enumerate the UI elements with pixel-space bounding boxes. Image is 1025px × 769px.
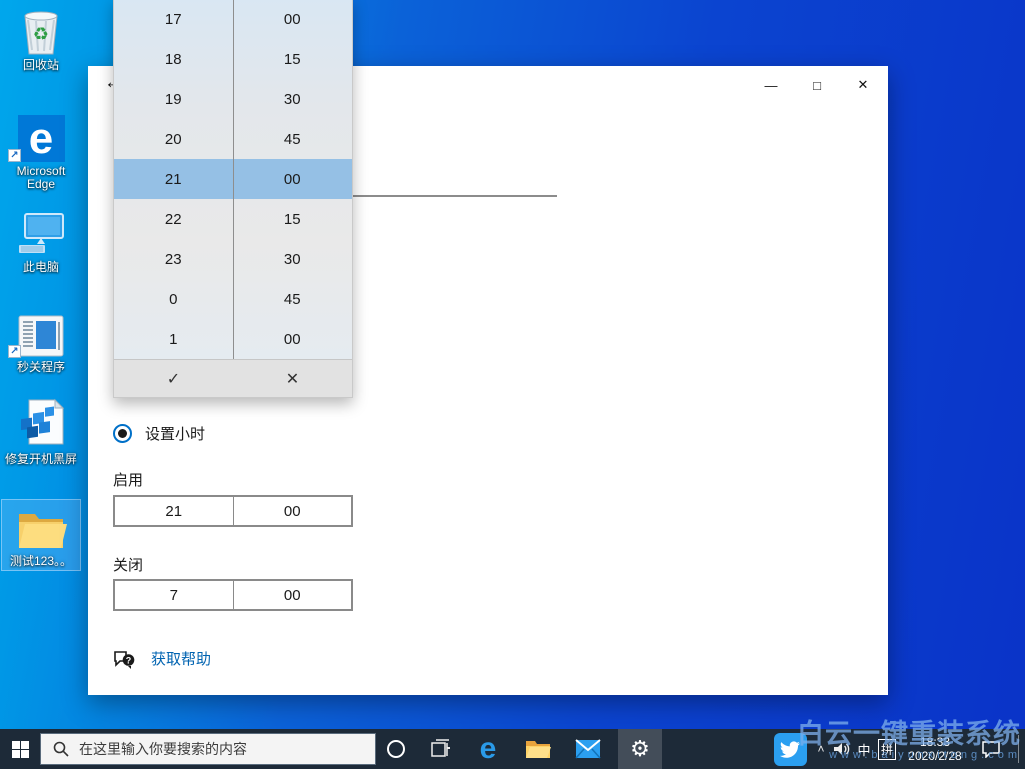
desktop-icon-label: 修复开机黑屏 — [2, 453, 80, 466]
hour-option[interactable]: 23 — [114, 239, 233, 279]
turn-on-minute[interactable]: 00 — [233, 497, 352, 525]
field-underline — [353, 195, 557, 197]
turn-off-minute[interactable]: 00 — [233, 581, 352, 609]
hour-option[interactable]: 22 — [114, 199, 233, 239]
this-pc-icon — [2, 208, 80, 258]
task-view-icon — [431, 739, 451, 759]
twitter-icon — [774, 733, 807, 766]
ime-language-label: 中 — [857, 740, 870, 759]
get-help-row: ? 获取帮助 — [113, 648, 211, 669]
hour-option-selected[interactable]: 21 — [114, 159, 233, 199]
hidden-icons-chevron[interactable]: ˄ — [812, 729, 830, 769]
svg-text:♻: ♻ — [33, 24, 49, 44]
minute-option[interactable]: 45 — [233, 119, 353, 159]
search-input[interactable] — [79, 741, 349, 757]
desktop-background: ♻ 回收站 e ↗ Microsoft Edge 此电脑 — [0, 0, 1025, 769]
twitter-button[interactable] — [768, 729, 812, 769]
get-help-link[interactable]: 获取帮助 — [151, 648, 211, 669]
hour-option[interactable]: 17 — [114, 0, 233, 39]
hour-option[interactable]: 20 — [114, 119, 233, 159]
taskbar-clock[interactable]: 18:33 2020/2/28 — [899, 729, 971, 769]
edge-icon: e ↗ — [2, 112, 80, 162]
windows-logo-icon — [12, 741, 29, 758]
turn-on-hour[interactable]: 21 — [115, 497, 233, 525]
settings-button-active[interactable]: ⚙ — [618, 729, 662, 769]
hour-option[interactable]: 18 — [114, 39, 233, 79]
shortcut-arrow-icon: ↗ — [8, 345, 21, 358]
accept-button[interactable]: ✓ — [114, 360, 233, 397]
hour-option[interactable]: 19 — [114, 79, 233, 119]
turn-on-time-picker: 21 00 — [113, 495, 353, 527]
turn-off-time-picker: 7 00 — [113, 579, 353, 611]
minimize-button[interactable]: — — [748, 70, 794, 100]
minute-option[interactable]: 45 — [233, 279, 353, 319]
svg-text:?: ? — [126, 655, 132, 665]
window-controls: — □ ✕ — [748, 70, 886, 100]
taskbar-edge-button[interactable]: e — [466, 729, 510, 769]
close-button[interactable]: ✕ — [840, 70, 886, 100]
time-picker-actions: ✓ ✕ — [114, 359, 352, 397]
volume-button[interactable] — [831, 729, 853, 769]
hour-option[interactable]: 1 — [114, 319, 233, 359]
mail-button[interactable] — [566, 729, 610, 769]
show-desktop-button[interactable] — [1018, 735, 1025, 763]
minute-option[interactable]: 30 — [233, 79, 353, 119]
speaker-icon — [833, 741, 851, 757]
turn-off-label: 关闭 — [113, 554, 143, 575]
set-hours-radio[interactable]: 设置小时 — [113, 423, 205, 444]
clock-date: 2020/2/28 — [908, 749, 961, 763]
registry-file-icon — [2, 400, 80, 450]
mail-icon — [575, 739, 601, 759]
action-center-button[interactable] — [972, 729, 1010, 769]
task-view-button[interactable] — [420, 729, 462, 769]
cortana-button[interactable] — [376, 729, 416, 769]
taskbar: e ⚙ ˄ — [0, 729, 1025, 769]
column-divider — [233, 0, 234, 359]
taskbar-search[interactable] — [40, 733, 376, 765]
folder-icon — [2, 502, 80, 552]
minute-option[interactable]: 00 — [233, 0, 353, 39]
turn-off-hour[interactable]: 7 — [115, 581, 233, 609]
ime-language-button[interactable]: 中 — [854, 729, 874, 769]
minute-option[interactable]: 00 — [233, 319, 353, 359]
turn-on-label: 启用 — [113, 469, 143, 490]
desktop-icon-label: 回收站 — [2, 59, 80, 72]
hour-option[interactable]: 0 — [114, 279, 233, 319]
gear-icon: ⚙ — [630, 736, 650, 762]
dismiss-button[interactable]: ✕ — [233, 360, 352, 397]
desktop-icon-this-pc[interactable]: 此电脑 — [2, 206, 80, 276]
ime-mode-button[interactable]: 拼 — [875, 729, 899, 769]
radio-label: 设置小时 — [145, 423, 205, 444]
desktop-icon-label: 测试123。。 — [2, 555, 80, 568]
desktop-icon-test-folder[interactable]: 测试123。。 — [2, 500, 80, 570]
ime-mode-label: 拼 — [878, 739, 896, 760]
minute-option[interactable]: 15 — [233, 39, 353, 79]
desktop-icon-label: 此电脑 — [2, 261, 80, 274]
minute-option[interactable]: 30 — [233, 239, 353, 279]
maximize-button[interactable]: □ — [794, 70, 840, 100]
desktop-icon-registry-file[interactable]: 修复开机黑屏 — [2, 398, 80, 468]
desktop-icon-label: 秒关程序 — [2, 361, 80, 374]
start-button[interactable] — [0, 729, 40, 769]
search-icon — [53, 741, 69, 757]
cortana-icon — [387, 740, 405, 758]
minute-option[interactable]: 15 — [233, 199, 353, 239]
desktop-icon-recycle-bin[interactable]: ♻ 回收站 — [2, 4, 80, 74]
shortcut-arrow-icon: ↗ — [8, 149, 21, 162]
desktop-icon-microsoft-edge[interactable]: e ↗ Microsoft Edge — [2, 110, 80, 193]
desktop-icon-app-shortcut[interactable]: ↗ 秒关程序 — [2, 306, 80, 376]
recycle-bin-icon: ♻ — [2, 6, 80, 56]
file-explorer-icon — [525, 738, 551, 760]
action-center-icon — [981, 740, 1001, 758]
time-picker-flyout: 17 00 18 15 19 30 20 45 21 00 22 15 — [113, 0, 353, 398]
help-bubble-icon: ? — [113, 649, 135, 669]
minute-option-selected[interactable]: 00 — [233, 159, 353, 199]
radio-selected-icon — [113, 424, 132, 443]
time-picker-list: 17 00 18 15 19 30 20 45 21 00 22 15 — [114, 0, 352, 359]
desktop-icon-label: Microsoft Edge — [2, 165, 80, 191]
clock-time: 18:33 — [920, 735, 950, 749]
program-window-icon: ↗ — [2, 308, 80, 358]
file-explorer-button[interactable] — [516, 729, 560, 769]
